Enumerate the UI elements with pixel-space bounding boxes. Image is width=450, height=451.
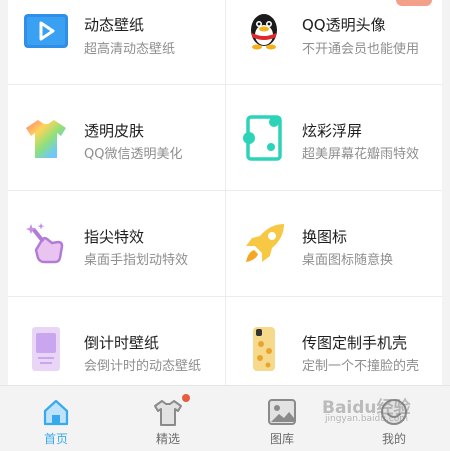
feature-qq-transparent-avatar[interactable]: QQ透明头像 不开通会员也能使用	[226, 0, 442, 84]
tab-label: 首页	[43, 432, 68, 446]
floating-screen-icon	[243, 115, 282, 161]
feature-transparent-skin[interactable]: 透明皮肤 QQ微信透明美化	[8, 85, 224, 191]
tab-label: 图库	[269, 432, 294, 446]
gallery-icon	[268, 399, 296, 425]
rainbow-shirt-icon	[26, 120, 66, 158]
feature-title: 指尖特效	[84, 228, 145, 246]
qq-penguin-icon	[251, 14, 277, 50]
tshirt-icon	[154, 400, 182, 426]
feature-subtitle: 桌面图标随意换	[302, 253, 394, 268]
feature-subtitle: 超美屏幕花瓣雨特效	[302, 147, 420, 162]
feature-grid: 动态壁纸 超高清动态壁纸 QQ透明头像 不开通会员也能使用 透明皮肤 QQ微信透…	[8, 0, 442, 385]
rocket-icon	[246, 224, 284, 262]
feature-subtitle: QQ微信透明美化	[84, 147, 183, 162]
home-icon	[43, 399, 69, 426]
tab-label: 精选	[155, 432, 180, 446]
notification-badge	[182, 394, 190, 402]
feature-title: 换图标	[302, 228, 348, 246]
feature-title: 炫彩浮屏	[302, 122, 363, 140]
feature-subtitle: 不开通会员也能使用	[302, 42, 420, 57]
feature-subtitle: 定制一个不撞脸的壳	[302, 359, 420, 374]
feature-custom-phone-case[interactable]: 传图定制手机壳 定制一个不撞脸的壳	[226, 297, 442, 385]
finger-sparkle-icon	[26, 223, 64, 264]
countdown-phone-icon	[32, 327, 60, 371]
feature-colorful-float-screen[interactable]: 炫彩浮屏 超美屏幕花瓣雨特效	[226, 85, 442, 191]
feature-subtitle: 桌面手指划动特效	[84, 253, 189, 268]
feature-countdown-wallpaper[interactable]: 倒计时壁纸 会倒计时的动态壁纸	[8, 297, 224, 385]
tab-home[interactable]: 首页	[0, 386, 112, 451]
tab-featured[interactable]: 精选	[112, 386, 224, 451]
feature-subtitle: 超高清动态壁纸	[84, 42, 176, 57]
feature-subtitle: 会倒计时的动态壁纸	[84, 359, 202, 374]
watermark-url: jingyan.baidu.com	[325, 414, 409, 424]
feature-title: QQ透明头像	[302, 16, 386, 34]
feature-title: 动态壁纸	[84, 16, 145, 34]
feature-title: 传图定制手机壳	[302, 334, 408, 352]
phone-case-icon	[253, 327, 275, 371]
feature-change-icon[interactable]: 换图标 桌面图标随意换	[226, 191, 442, 297]
feature-title: 透明皮肤	[84, 122, 145, 140]
tab-label: 我的	[381, 432, 406, 446]
feature-fingertip-effect[interactable]: 指尖特效 桌面手指划动特效	[8, 191, 224, 297]
feature-title: 倒计时壁纸	[84, 334, 160, 352]
feature-dynamic-wallpaper[interactable]: 动态壁纸 超高清动态壁纸	[8, 0, 224, 84]
play-video-icon	[24, 14, 68, 48]
